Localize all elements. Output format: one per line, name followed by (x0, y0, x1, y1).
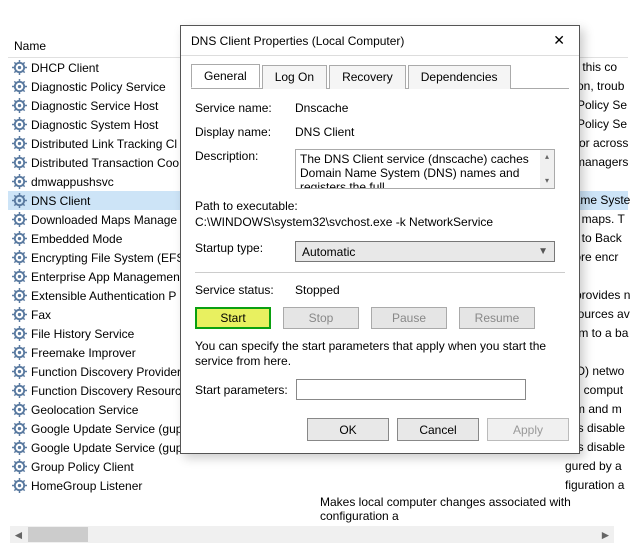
description-label: Description: (195, 149, 295, 163)
service-label: Geolocation Service (31, 403, 138, 417)
dialog-titlebar[interactable]: DNS Client Properties (Local Computer) ✕ (181, 26, 579, 56)
scroll-down-icon[interactable]: ▾ (545, 174, 549, 188)
gear-icon (12, 117, 27, 132)
service-label: Distributed Link Tracking Cl (31, 137, 177, 151)
scroll-right-button[interactable]: ► (597, 526, 614, 543)
service-label: DNS Client (31, 194, 90, 208)
start-parameters-input[interactable] (296, 379, 526, 400)
gear-icon (12, 288, 27, 303)
service-label: Diagnostic Policy Service (31, 80, 166, 94)
service-row[interactable]: Group Policy Client (8, 457, 628, 476)
service-status-label: Service status: (195, 283, 295, 297)
service-label: Group Policy Client (31, 460, 134, 474)
dialog-title: DNS Client Properties (Local Computer) (191, 34, 404, 48)
startup-type-label: Startup type: (195, 241, 295, 255)
gear-icon (12, 459, 27, 474)
description-text: The DNS Client service (dnscache) caches… (300, 152, 529, 189)
service-label: Diagnostic System Host (31, 118, 158, 132)
service-name-label: Service name: (195, 101, 295, 115)
description-scrollbar[interactable]: ▴ ▾ (540, 150, 554, 188)
gear-icon (12, 174, 27, 189)
desc-fragment: gured by a (565, 457, 642, 476)
gear-icon (12, 79, 27, 94)
scroll-up-icon[interactable]: ▴ (545, 150, 549, 164)
apply-button: Apply (487, 418, 569, 441)
divider (195, 272, 565, 273)
gear-icon (12, 212, 27, 227)
control-buttons: Start Stop Pause Resume (195, 307, 565, 329)
gear-icon (12, 98, 27, 113)
scroll-thumb[interactable] (28, 527, 88, 542)
gear-icon (12, 402, 27, 417)
display-name-value: DNS Client (295, 125, 565, 139)
service-label: Extensible Authentication P (31, 289, 176, 303)
gear-icon (12, 193, 27, 208)
service-label: Downloaded Maps Manage (31, 213, 177, 227)
service-label: File History Service (31, 327, 134, 341)
gear-icon (12, 364, 27, 379)
dialog-body: Service name: Dnscache Display name: DNS… (181, 89, 579, 410)
service-row[interactable]: HomeGroup Listener (8, 476, 628, 495)
tab-general[interactable]: General (191, 64, 260, 88)
pause-button: Pause (371, 307, 447, 329)
ok-button[interactable]: OK (307, 418, 389, 441)
service-label: Diagnostic Service Host (31, 99, 158, 113)
path-label: Path to executable: (195, 199, 565, 213)
gear-icon (12, 478, 27, 493)
desc-fragment: figuration a (565, 476, 642, 495)
scroll-left-button[interactable]: ◄ (10, 526, 27, 543)
service-label: Distributed Transaction Coo (31, 156, 179, 170)
gear-icon (12, 440, 27, 455)
properties-dialog: DNS Client Properties (Local Computer) ✕… (180, 25, 580, 454)
dialog-footer: OK Cancel Apply (181, 410, 579, 453)
service-label: Function Discovery Resourc (31, 384, 181, 398)
gear-icon (12, 231, 27, 246)
start-button[interactable]: Start (195, 307, 271, 329)
service-label: Google Update Service (gup (31, 441, 182, 455)
tab-strip: General Log On Recovery Dependencies (191, 64, 569, 89)
horizontal-scrollbar[interactable]: ◄ ► (10, 526, 614, 543)
gear-icon (12, 383, 27, 398)
resume-button: Resume (459, 307, 535, 329)
service-label: Fax (31, 308, 51, 322)
start-parameters-label: Start parameters: (195, 383, 288, 397)
gear-icon (12, 326, 27, 341)
service-label: Function Discovery Provider (31, 365, 181, 379)
gear-icon (12, 60, 27, 75)
hint-text: You can specify the start parameters tha… (195, 339, 565, 369)
tab-dependencies[interactable]: Dependencies (408, 65, 511, 89)
cancel-button[interactable]: Cancel (397, 418, 479, 441)
service-status-value: Stopped (295, 283, 565, 297)
gear-icon (12, 136, 27, 151)
gear-icon (12, 269, 27, 284)
service-label: HomeGroup Listener (31, 479, 142, 493)
bottom-desc-text: Makes local computer changes associated … (320, 495, 642, 523)
gear-icon (12, 155, 27, 170)
stop-button: Stop (283, 307, 359, 329)
column-name[interactable]: Name (14, 39, 46, 53)
gear-icon (12, 250, 27, 265)
startup-type-value: Automatic (302, 245, 355, 259)
service-label: Google Update Service (gup (31, 422, 182, 436)
tab-recovery[interactable]: Recovery (329, 65, 406, 89)
service-label: DHCP Client (31, 61, 99, 75)
service-label: Enterprise App Managemen (31, 270, 180, 284)
service-name-value: Dnscache (295, 101, 565, 115)
gear-icon (12, 345, 27, 360)
tab-logon[interactable]: Log On (262, 65, 327, 89)
service-label: dmwappushsvc (31, 175, 114, 189)
service-label: Embedded Mode (31, 232, 122, 246)
display-name-label: Display name: (195, 125, 295, 139)
gear-icon (12, 421, 27, 436)
service-label: Freemake Improver (31, 346, 136, 360)
startup-type-select[interactable]: Automatic ▼ (295, 241, 555, 262)
gear-icon (12, 307, 27, 322)
chevron-down-icon: ▼ (538, 246, 548, 257)
path-value: C:\WINDOWS\system32\svchost.exe -k Netwo… (195, 215, 565, 229)
close-icon[interactable]: ✕ (547, 30, 571, 51)
service-label: Encrypting File System (EFS) (31, 251, 188, 265)
description-textbox[interactable]: The DNS Client service (dnscache) caches… (295, 149, 555, 189)
